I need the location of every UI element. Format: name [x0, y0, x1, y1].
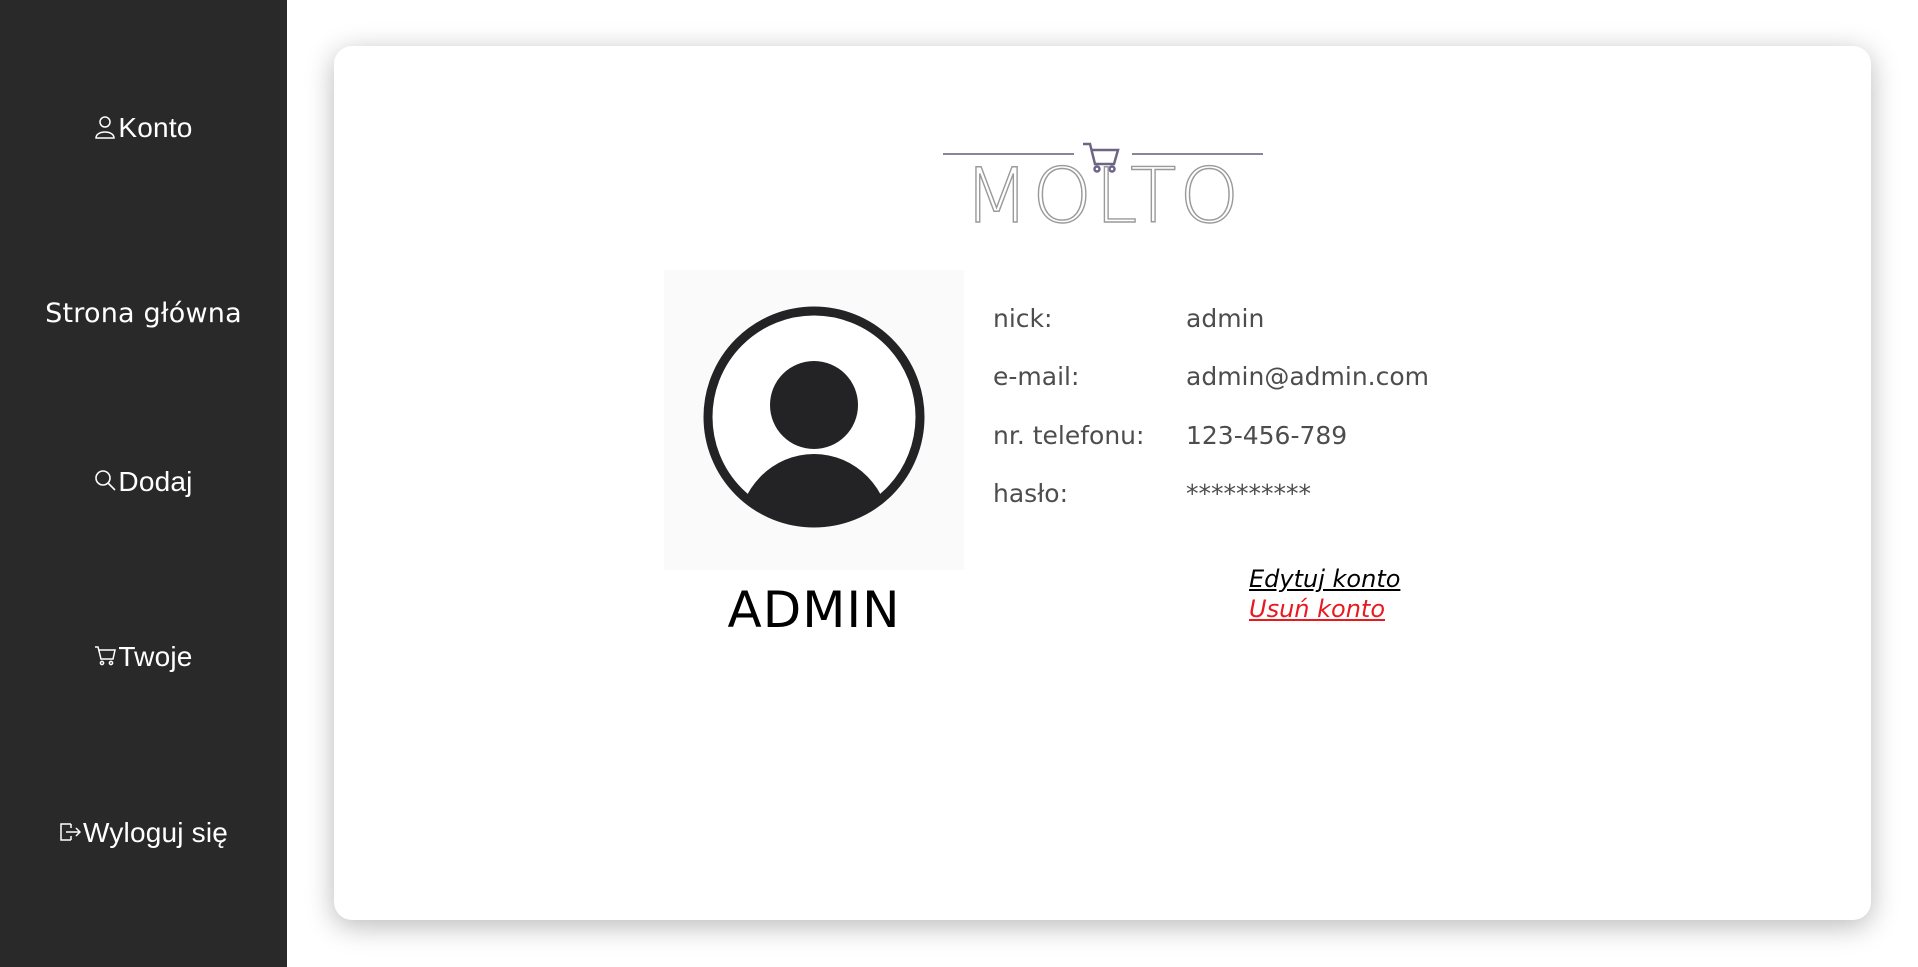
field-label: nick: — [993, 304, 1053, 333]
delete-account-link[interactable]: Usuń konto — [1249, 594, 1400, 624]
sidebar: Konto Strona główna Dodaj Twoje Wyloguj … — [0, 0, 287, 967]
sidebar-item-label: Twoje — [118, 641, 193, 672]
user-icon — [94, 115, 116, 141]
cart-icon — [94, 644, 117, 670]
molto-logo: MOLTO — [943, 142, 1263, 224]
sidebar-item-konto[interactable]: Konto — [0, 112, 287, 144]
field-value: 123-456-789 — [1186, 421, 1348, 450]
field-label: e-mail: — [993, 362, 1080, 391]
svg-text:MOLTO: MOLTO — [964, 151, 1243, 224]
info-row-nick: nick: admin — [993, 304, 1264, 333]
sidebar-item-twoje[interactable]: Twoje — [0, 641, 287, 673]
sidebar-item-label: Strona główna — [45, 298, 242, 329]
field-value: admin@admin.com — [1186, 362, 1430, 391]
field-label: nr. telefonu: — [993, 421, 1145, 450]
field-label: hasło: — [993, 479, 1069, 508]
username-heading: ADMIN — [727, 581, 901, 639]
info-row-email: e-mail: admin@admin.com — [993, 362, 1429, 391]
sidebar-item-label: Wyloguj się — [82, 817, 229, 848]
sidebar-item-label: Konto — [118, 112, 193, 143]
user-avatar-icon — [703, 306, 925, 528]
sidebar-item-dodaj[interactable]: Dodaj — [0, 466, 287, 498]
info-row-password: hasło: ********** — [993, 479, 1311, 508]
search-icon — [94, 469, 116, 495]
logout-icon — [59, 820, 81, 846]
field-value: ********** — [1186, 479, 1311, 508]
sidebar-item-home[interactable]: Strona główna — [0, 298, 287, 329]
account-actions: Edytuj konto Usuń konto — [1249, 564, 1400, 624]
sidebar-item-label: Dodaj — [118, 466, 193, 497]
edit-account-link[interactable]: Edytuj konto — [1249, 564, 1400, 594]
field-value: admin — [1186, 304, 1265, 333]
sidebar-item-logout[interactable]: Wyloguj się — [0, 817, 287, 849]
account-card: MOLTO ADMIN nick: admin e-mail: admin@ad… — [334, 46, 1871, 920]
info-row-phone: nr. telefonu: 123-456-789 — [993, 421, 1347, 450]
